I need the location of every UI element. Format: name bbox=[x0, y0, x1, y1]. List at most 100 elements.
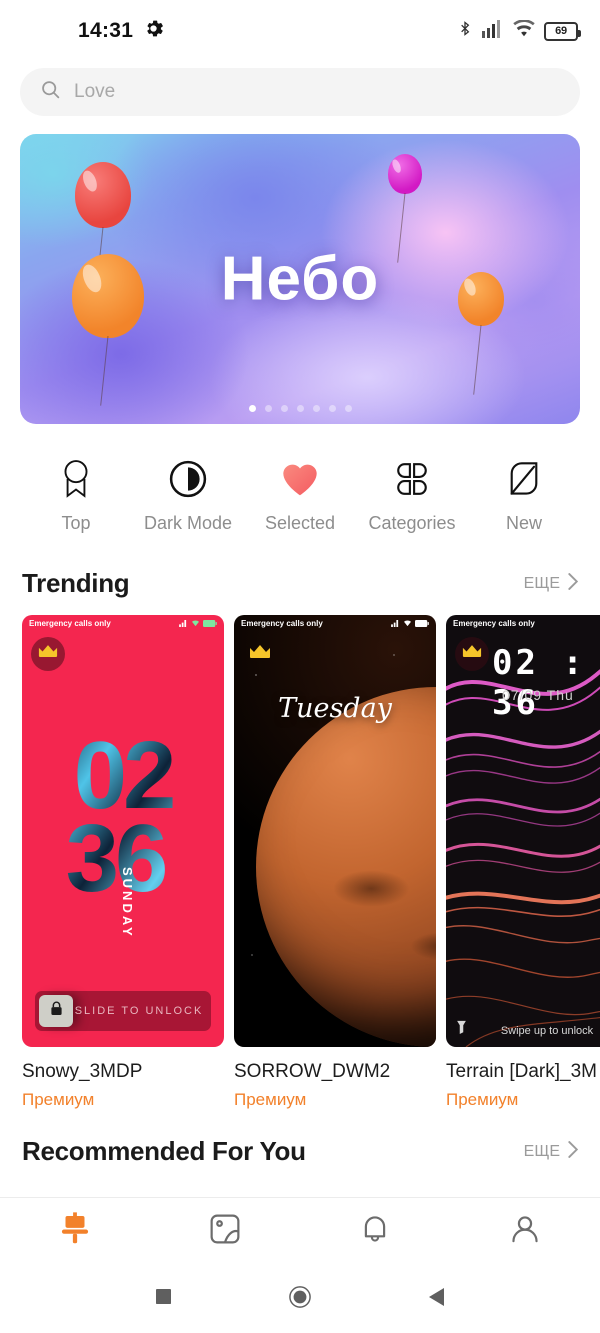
category-label: Categories bbox=[368, 513, 456, 533]
balloon-magenta-icon bbox=[388, 154, 422, 194]
chevron-right-icon bbox=[567, 572, 579, 595]
nav-item-wallpapers[interactable] bbox=[0, 1210, 150, 1253]
wallpaper-thumbnail[interactable]: Emergency calls only 02 : 36 07/09 Thu S… bbox=[446, 615, 600, 1047]
crown-icon bbox=[462, 644, 482, 664]
slide-knob[interactable] bbox=[39, 995, 73, 1027]
wallpaper-clock: 02 : 36 bbox=[492, 643, 586, 723]
banner-title: Небо bbox=[220, 244, 380, 314]
paint-roller-icon bbox=[56, 1210, 94, 1253]
recommended-title: Recommended For You bbox=[22, 1136, 306, 1166]
crown-icon bbox=[38, 644, 58, 664]
wallpaper-weekday: SUNDAY bbox=[120, 867, 135, 939]
medal-icon bbox=[59, 458, 93, 500]
premium-badge bbox=[243, 637, 277, 671]
search-icon bbox=[40, 79, 61, 105]
square-icon[interactable] bbox=[155, 1289, 171, 1309]
pagination-dot[interactable] bbox=[248, 405, 256, 412]
category-item-new[interactable]: New bbox=[468, 458, 580, 534]
wallpaper-thumbnail[interactable]: Emergency calls only 02 36 SUNDAY SLIDE … bbox=[22, 615, 224, 1047]
slide-to-unlock-bar[interactable]: SLIDE TO UNLOCK bbox=[35, 991, 211, 1031]
nav-item-profile[interactable] bbox=[450, 1212, 600, 1251]
thumb-status-bar: Emergency calls only bbox=[446, 615, 600, 632]
wallpaper-title: Terrain [Dark]_3M bbox=[446, 1061, 597, 1082]
thumb-status-bar: Emergency calls only bbox=[234, 615, 436, 632]
heart-icon bbox=[280, 458, 320, 500]
category-item-top[interactable]: Top bbox=[20, 458, 132, 534]
category-item-categories[interactable]: Categories bbox=[356, 458, 468, 534]
wallpaper-card[interactable]: Emergency calls only 02 : 36 07/09 Thu S… bbox=[446, 615, 600, 1110]
recommended-more-button[interactable]: ЕЩЕ bbox=[523, 1140, 579, 1163]
nav-item-gallery[interactable] bbox=[150, 1212, 300, 1251]
wallpaper-premium-tag: Премиум bbox=[446, 1090, 519, 1109]
app-screen: 14:31 69 Love Небо Top Dark Mode Selecte… bbox=[0, 0, 600, 1333]
bottom-navigation bbox=[0, 1197, 600, 1265]
recommended-section-header: Recommended For You ЕЩЕ bbox=[0, 1110, 600, 1167]
chevron-right-icon bbox=[567, 1140, 579, 1163]
contrast-icon bbox=[169, 458, 207, 500]
slide-to-unlock-label: SLIDE TO UNLOCK bbox=[74, 1005, 204, 1017]
category-label: Top bbox=[61, 513, 91, 533]
thumb-status-text: Emergency calls only bbox=[29, 619, 111, 628]
category-label: Selected bbox=[264, 513, 336, 533]
pagination-dot[interactable] bbox=[328, 405, 336, 412]
crown-icon bbox=[249, 644, 271, 665]
thumb-status-text: Emergency calls only bbox=[241, 619, 323, 628]
gear-icon bbox=[144, 19, 164, 43]
nav-item-notifications[interactable] bbox=[300, 1212, 450, 1251]
balloon-red-icon bbox=[75, 162, 131, 228]
thumb-status-bar: Emergency calls only bbox=[22, 615, 224, 632]
wallpaper-title: SORROW_DWM2 bbox=[234, 1061, 391, 1082]
promo-banner[interactable]: Небо bbox=[20, 134, 580, 424]
lock-icon bbox=[50, 1001, 63, 1021]
leaf-icon bbox=[507, 458, 541, 500]
triangle-back-icon[interactable] bbox=[428, 1287, 445, 1311]
search-placeholder: Love bbox=[74, 81, 116, 102]
banner-pagination[interactable] bbox=[20, 405, 580, 412]
pagination-dot[interactable] bbox=[312, 405, 320, 412]
wallpaper-date: 07/09 Thu bbox=[502, 687, 574, 703]
banner-area: Небо bbox=[0, 116, 600, 424]
trending-more-label: ЕЩЕ bbox=[523, 574, 560, 592]
category-item-selected[interactable]: Selected bbox=[244, 458, 356, 534]
pagination-dot[interactable] bbox=[296, 405, 304, 412]
trending-rail[interactable]: Emergency calls only 02 36 SUNDAY SLIDE … bbox=[0, 599, 600, 1110]
status-bar: 14:31 69 bbox=[0, 0, 600, 62]
thumb-status-icons bbox=[391, 620, 429, 627]
cellular-signal-icon bbox=[482, 19, 504, 43]
wallpaper-thumbnail[interactable]: Emergency calls only Tuesday bbox=[234, 615, 436, 1047]
wallpaper-title: Snowy_3MDP bbox=[22, 1061, 143, 1082]
premium-badge bbox=[455, 637, 489, 671]
four-petals-icon bbox=[394, 458, 430, 500]
trending-section-header: Trending ЕЩЕ bbox=[0, 534, 600, 599]
status-bar-left: 14:31 bbox=[78, 19, 164, 43]
trending-more-button[interactable]: ЕЩЕ bbox=[523, 572, 579, 595]
thumb-status-text: Emergency calls only bbox=[453, 619, 535, 628]
pagination-dot[interactable] bbox=[344, 405, 352, 412]
wallpaper-weekday: Tuesday bbox=[278, 693, 392, 724]
person-icon bbox=[508, 1212, 542, 1251]
pagination-dot[interactable] bbox=[264, 405, 272, 412]
search-input[interactable]: Love bbox=[20, 68, 580, 116]
swipe-to-unlock-label: Swipe up to unlock bbox=[500, 1025, 594, 1037]
wallpaper-card[interactable]: Emergency calls only 02 36 SUNDAY SLIDE … bbox=[22, 615, 224, 1110]
status-time: 14:31 bbox=[78, 19, 134, 42]
recommended-more-label: ЕЩЕ bbox=[523, 1142, 560, 1160]
pagination-dot[interactable] bbox=[280, 405, 288, 412]
wallpaper-premium-tag: Премиум bbox=[22, 1090, 95, 1109]
battery-level: 69 bbox=[555, 25, 567, 37]
wifi-icon bbox=[513, 18, 535, 43]
image-icon bbox=[208, 1212, 242, 1251]
bluetooth-icon bbox=[457, 19, 473, 43]
status-bar-right: 69 bbox=[457, 18, 581, 43]
thumb-status-icons bbox=[179, 620, 217, 627]
category-item-dark-mode[interactable]: Dark Mode bbox=[132, 458, 244, 534]
battery-indicator: 69 bbox=[544, 21, 581, 41]
category-row: Top Dark Mode Selected Categories New bbox=[0, 424, 600, 534]
page-title: Trending bbox=[22, 568, 130, 598]
circle-icon[interactable] bbox=[288, 1285, 311, 1313]
bell-icon bbox=[358, 1212, 392, 1251]
premium-badge bbox=[31, 637, 65, 671]
wallpaper-premium-tag: Премиум bbox=[234, 1090, 307, 1109]
wallpaper-card[interactable]: Emergency calls only Tuesday SORROW_DWM2… bbox=[234, 615, 436, 1110]
system-navigation-bar bbox=[0, 1265, 600, 1333]
